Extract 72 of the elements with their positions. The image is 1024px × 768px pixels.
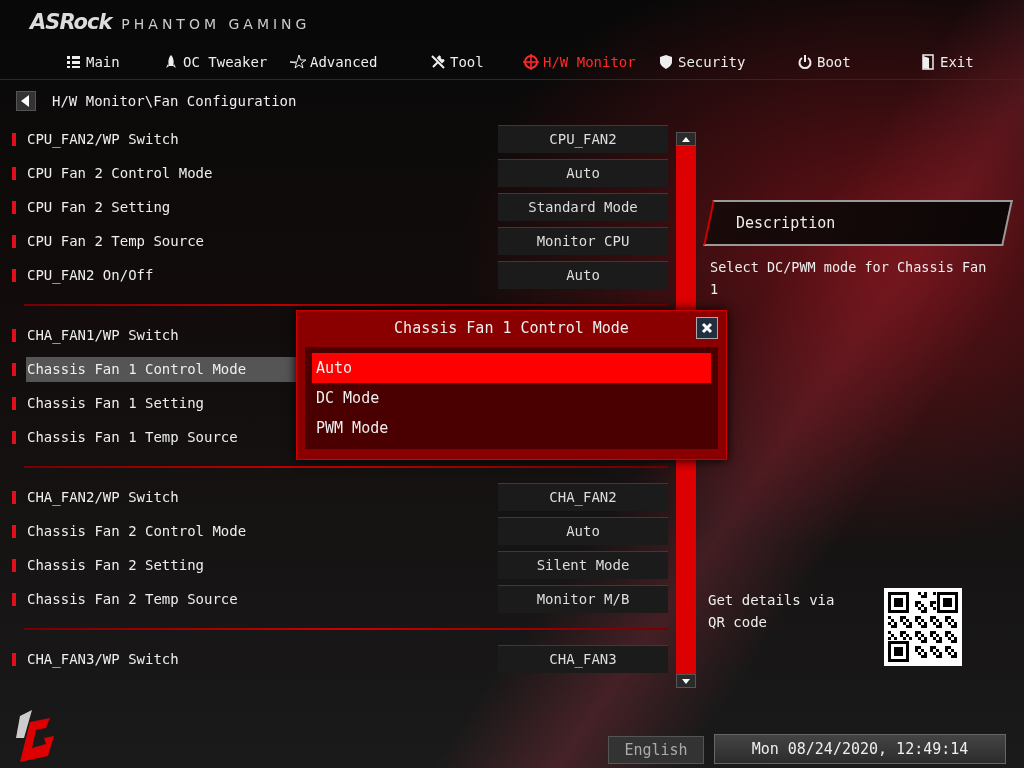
setting-value[interactable]: CPU_FAN2	[498, 125, 668, 153]
menu-tab[interactable]: Boot	[797, 50, 851, 74]
row-marker	[12, 234, 16, 248]
row-marker	[12, 396, 16, 410]
menu-tab[interactable]: Main	[66, 50, 120, 74]
menu-tab[interactable]: Security	[658, 50, 746, 74]
row-marker	[12, 268, 16, 282]
menu-tab[interactable]: Tool	[430, 50, 484, 74]
back-button[interactable]	[16, 91, 36, 111]
row-marker	[12, 362, 16, 376]
shield-icon	[658, 54, 674, 70]
setting-label[interactable]: CPU Fan 2 Setting	[26, 194, 296, 220]
close-button[interactable]	[696, 317, 718, 339]
setting-label[interactable]: Chassis Fan 2 Control Mode	[26, 518, 296, 544]
setting-label[interactable]: Chassis Fan 1 Temp Source	[26, 424, 296, 450]
setting-label[interactable]: Chassis Fan 1 Setting	[26, 390, 296, 416]
menu-tab[interactable]: Exit	[920, 50, 974, 74]
row-marker	[12, 166, 16, 180]
rocket-icon	[163, 54, 179, 70]
row-marker	[12, 652, 16, 666]
scroll-up-icon[interactable]	[676, 132, 696, 146]
setting-value[interactable]: CHA_FAN3	[498, 645, 668, 673]
setting-label[interactable]: CPU Fan 2 Temp Source	[26, 228, 296, 254]
close-icon	[701, 322, 713, 334]
setting-value[interactable]: Auto	[498, 159, 668, 187]
row-marker	[12, 490, 16, 504]
tools-icon	[430, 54, 446, 70]
door-icon	[920, 54, 936, 70]
back-icon	[21, 95, 31, 107]
setting-value[interactable]: Silent Mode	[498, 551, 668, 579]
scroll-down-icon[interactable]	[676, 674, 696, 688]
setting-label[interactable]: CHA_FAN1/WP Switch	[26, 322, 296, 348]
row-marker	[12, 524, 16, 538]
row-marker	[12, 592, 16, 606]
row-marker	[12, 328, 16, 342]
brand-logo: ASRock	[30, 10, 112, 34]
setting-value[interactable]: CHA_FAN2	[498, 483, 668, 511]
setting-value[interactable]: Auto	[498, 517, 668, 545]
setting-label[interactable]: Chassis Fan 2 Setting	[26, 552, 296, 578]
crosshair-icon	[523, 54, 539, 70]
setting-label[interactable]: CPU_FAN2/WP Switch	[26, 126, 296, 152]
row-marker	[12, 200, 16, 214]
setting-label[interactable]: CHA_FAN3/WP Switch	[26, 646, 296, 672]
description-header: Description	[703, 200, 1013, 246]
language-button[interactable]: English	[608, 736, 704, 764]
setting-label[interactable]: Chassis Fan 1 Control Mode	[26, 356, 296, 382]
row-marker	[12, 430, 16, 444]
row-marker	[12, 132, 16, 146]
qr-code-icon	[884, 588, 962, 666]
popup-option[interactable]: DC Mode	[312, 383, 711, 413]
setting-value[interactable]: Monitor CPU	[498, 227, 668, 255]
power-icon	[797, 54, 813, 70]
setting-label[interactable]: CHA_FAN2/WP Switch	[26, 484, 296, 510]
menu-tab[interactable]: OC Tweaker	[163, 50, 268, 74]
popup-title: Chassis Fan 1 Control Mode	[393, 317, 630, 339]
setting-value[interactable]: Auto	[498, 261, 668, 289]
setting-value[interactable]: Standard Mode	[498, 193, 668, 221]
star-icon	[290, 54, 306, 70]
menu-tab[interactable]: Advanced	[290, 50, 378, 74]
setting-label[interactable]: Chassis Fan 2 Temp Source	[26, 586, 296, 612]
list-icon	[66, 54, 82, 70]
setting-label[interactable]: CPU Fan 2 Control Mode	[26, 160, 296, 186]
breadcrumb: H/W Monitor\Fan Configuration	[52, 91, 297, 111]
description-text: Select DC/PWM mode for Chassis Fan 1	[709, 258, 988, 299]
popup-option[interactable]: PWM Mode	[312, 413, 711, 443]
setting-label[interactable]: CPU_FAN2 On/Off	[26, 262, 296, 288]
date-time: Mon 08/24/2020, 12:49:14	[714, 734, 1006, 764]
brand-tagline: PHANTOM GAMING	[121, 16, 311, 32]
setting-value[interactable]: Monitor M/B	[498, 585, 668, 613]
menu-tab[interactable]: H/W Monitor	[523, 50, 636, 74]
row-marker	[12, 558, 16, 572]
qr-caption: Get details via QR code	[708, 591, 836, 632]
